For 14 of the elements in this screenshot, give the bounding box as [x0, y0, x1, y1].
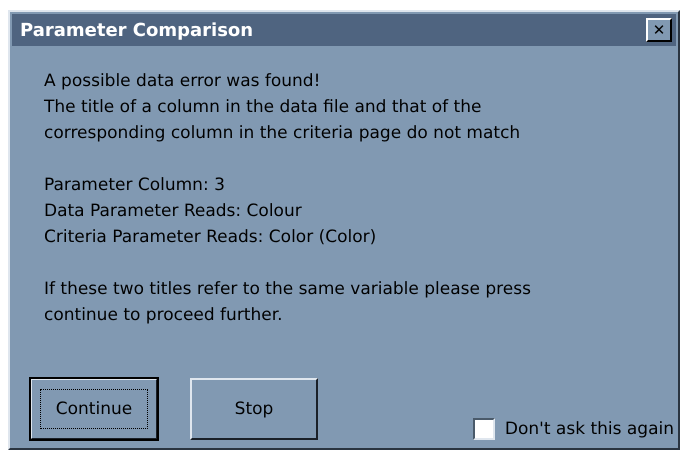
message-text: A possible data error was found!	[44, 70, 322, 93]
message-text: Data Parameter Reads: Colour	[44, 200, 303, 223]
window-title: Parameter Comparison	[20, 20, 254, 40]
message-text: continue to proceed further.	[44, 304, 284, 327]
message-text: corresponding column in the criteria page do not match	[44, 122, 522, 145]
close-button[interactable]: ✕	[646, 18, 672, 42]
continue-button[interactable]: Continue	[30, 378, 158, 440]
message-text: The title of a column in the data file and that of the	[44, 96, 482, 119]
checkbox-label: Don't ask this again	[504, 419, 674, 439]
stop-button[interactable]: Stop	[190, 378, 318, 440]
message-text: If these two titles refer to the same variable please press	[44, 278, 532, 301]
message-text: Parameter Column: 3	[44, 174, 226, 197]
message-text: Criteria Parameter Reads: Color (Color)	[44, 226, 378, 249]
checkbox[interactable]	[472, 418, 495, 440]
